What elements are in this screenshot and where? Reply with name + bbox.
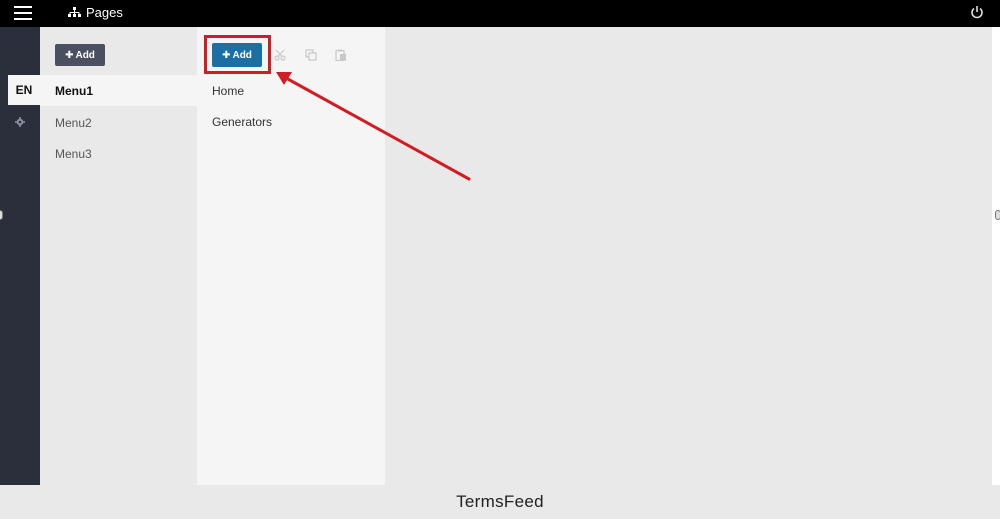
page-title: Pages <box>68 5 123 20</box>
top-bar: Pages <box>0 0 1000 27</box>
sitemap-icon <box>68 7 81 17</box>
menu-item-label: Menu2 <box>55 115 92 130</box>
menu-item-menu3[interactable]: Menu3 <box>40 138 197 169</box>
paste-icon[interactable] <box>335 49 347 61</box>
add-menu-label: Add <box>75 49 95 61</box>
footer: TermsFeed <box>0 485 1000 519</box>
plus-icon: ✚ <box>65 49 74 61</box>
power-icon[interactable] <box>970 5 984 19</box>
page-item-generators[interactable]: Generators <box>212 115 272 129</box>
menu-item-label: Menu1 <box>55 83 94 98</box>
page-item-home[interactable]: Home <box>212 84 244 98</box>
left-collapse-handle[interactable] <box>0 210 3 220</box>
right-collapse-handle[interactable] <box>995 210 1000 220</box>
right-edge-panel <box>992 27 1000 485</box>
footer-brand: TermsFeed <box>456 492 544 511</box>
menu-item-label: Menu3 <box>55 146 92 161</box>
app-window: Pages EN ✚ Add Menu1 Menu2 Menu3 ✚ Add H… <box>0 0 1000 519</box>
gear-icon[interactable] <box>15 117 25 127</box>
menu-item-menu1[interactable]: Menu1 <box>40 75 197 106</box>
language-selector[interactable]: EN <box>8 75 40 105</box>
scissors-icon[interactable] <box>274 49 286 61</box>
add-menu-button[interactable]: ✚ Add <box>55 44 105 66</box>
content-area <box>385 27 992 485</box>
menu-item-menu2[interactable]: Menu2 <box>40 107 197 138</box>
hamburger-icon[interactable] <box>14 6 32 20</box>
copy-icon[interactable] <box>305 49 317 61</box>
page-title-text: Pages <box>86 5 123 20</box>
annotation-highlight-box <box>204 35 271 74</box>
